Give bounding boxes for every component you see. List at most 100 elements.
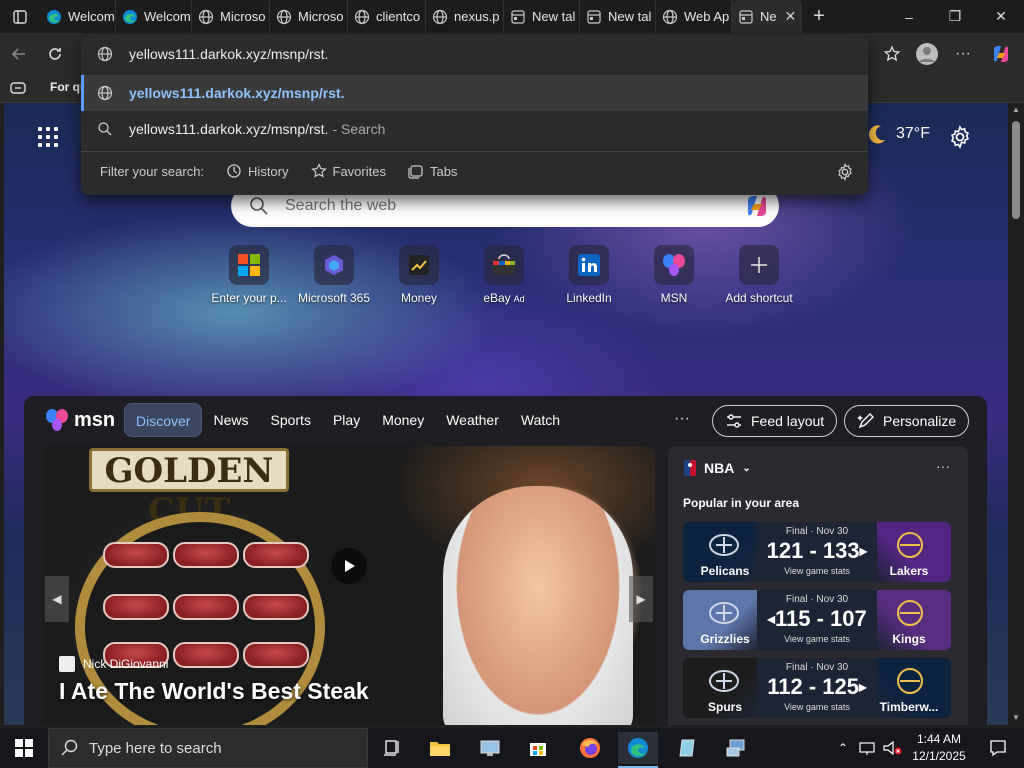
favorites-button[interactable]	[879, 41, 905, 67]
browser-tab[interactable]: Web Ap	[656, 0, 732, 33]
clock-date: 12/1/2025	[912, 749, 966, 763]
app-launcher-icon[interactable]	[38, 127, 58, 147]
browser-tab[interactable]: clientco	[348, 0, 426, 33]
volume-muted-icon[interactable]	[882, 740, 902, 756]
scrollbar-thumb[interactable]	[1012, 121, 1020, 219]
browser-tab[interactable]: Microso	[192, 0, 270, 33]
feed-tab[interactable]: Weather	[435, 403, 510, 437]
browser-tab[interactable]: Welcom	[40, 0, 116, 33]
windows-taskbar: Type here to search ⌃ 1:44 AM 12/1/2025	[0, 728, 1024, 768]
suggestion-url[interactable]: yellows111.darkok.xyz/msnp/rst.	[81, 75, 868, 111]
shortcut-tile[interactable]: MSN	[629, 245, 719, 305]
taskbar-clock[interactable]: 1:44 AM 12/1/2025	[904, 731, 974, 765]
scroll-down-arrow-icon[interactable]: ▼	[1008, 711, 1024, 725]
file-explorer-button[interactable]	[420, 732, 460, 764]
personalize-label: Personalize	[883, 413, 957, 429]
reading-list-icon[interactable]	[10, 81, 26, 100]
game-score-card[interactable]: Final · Nov 30 112 - 125▶ View game stats S…	[683, 658, 951, 718]
address-input[interactable]: yellows111.darkok.xyz/msnp/rst.	[81, 36, 868, 72]
chevron-up-icon[interactable]: ⌃	[838, 741, 848, 755]
notes-app-button[interactable]	[668, 732, 708, 764]
msn-logo[interactable]: msn	[44, 408, 115, 432]
feed-layout-button[interactable]: Feed layout	[712, 405, 838, 437]
tab-actions-button[interactable]	[0, 0, 40, 33]
address-bar-dropdown: yellows111.darkok.xyz/msnp/rst. yellows1…	[81, 35, 868, 195]
feed-tab[interactable]: Money	[371, 403, 435, 437]
shortcut-tile[interactable]: Money	[374, 245, 464, 305]
search-settings-button[interactable]	[836, 163, 854, 186]
minimize-button[interactable]: –	[886, 0, 932, 33]
suggestion-search[interactable]: yellows111.darkok.xyz/msnp/rst. - Search	[81, 111, 868, 147]
shortcut-tile[interactable]: Microsoft 365	[289, 245, 379, 305]
shortcut-tile[interactable]: Add shortcut	[714, 245, 804, 305]
browser-tab[interactable]: nexus.p	[426, 0, 504, 33]
filter-tabs-button[interactable]: Tabs	[408, 163, 457, 179]
store-button[interactable]	[518, 732, 558, 764]
hero-card[interactable]: GOLDEN CUT ◀ ▶ Nick DiGiovanni I Ate The…	[43, 446, 655, 725]
maximize-button[interactable]: ❐	[932, 0, 978, 33]
feed-tab[interactable]: Discover	[124, 403, 203, 437]
firefox-icon	[580, 738, 600, 758]
filter-label: Filter your search:	[100, 163, 205, 179]
page-scrollbar[interactable]: ▲ ▼	[1008, 103, 1024, 725]
nba-more-button[interactable]: ···	[936, 458, 950, 474]
action-center-button[interactable]	[978, 732, 1018, 764]
personalize-button[interactable]: Personalize	[844, 405, 970, 437]
game-score-card[interactable]: Final · Nov 30 121 - 133▶ View game stats P…	[683, 522, 951, 582]
away-team-name: Timberw...	[879, 700, 939, 714]
dropdown-divider	[81, 151, 868, 152]
start-button[interactable]	[4, 732, 44, 764]
notebook-icon	[679, 739, 695, 757]
shortcut-label-text: Money	[400, 291, 438, 305]
ebay-icon	[484, 245, 524, 285]
edge-button[interactable]	[618, 732, 658, 768]
copilot-button[interactable]	[988, 41, 1014, 67]
feed-more-button[interactable]: ···	[674, 410, 690, 428]
feed-tab[interactable]: Play	[322, 403, 371, 437]
new-tab-button[interactable]: +	[802, 0, 836, 33]
carousel-prev-button[interactable]: ◀	[45, 576, 69, 622]
task-view-button[interactable]	[372, 732, 412, 764]
shortcut-tile[interactable]: eBay Ad	[459, 245, 549, 305]
back-button[interactable]	[6, 41, 32, 67]
shortcut-tile[interactable]: Enter your p...	[204, 245, 294, 305]
edge-icon	[46, 9, 62, 25]
browser-tab[interactable]: Ne ✕	[732, 0, 802, 33]
close-tab-icon[interactable]: ✕	[783, 8, 799, 25]
search-icon	[61, 739, 78, 756]
filter-favorites-button[interactable]: Favorites	[310, 163, 386, 179]
globe-icon	[97, 85, 113, 101]
close-window-button[interactable]: ✕	[978, 0, 1024, 33]
shortcut-tile[interactable]: LinkedIn	[544, 245, 634, 305]
carousel-next-button[interactable]: ▶	[629, 576, 653, 622]
weather-widget[interactable]: 37°F	[866, 123, 930, 145]
devices-app-button[interactable]	[716, 732, 756, 764]
browser-tab[interactable]: New tal	[580, 0, 656, 33]
taskbar-search[interactable]: Type here to search	[48, 728, 368, 768]
newtab-icon	[586, 9, 602, 25]
away-team-name: Lakers	[889, 564, 929, 578]
globe-icon	[97, 46, 113, 62]
refresh-button[interactable]	[42, 41, 68, 67]
network-icon[interactable]	[858, 740, 876, 756]
game-score-card[interactable]: Final · Nov 30 ◀115 - 107 View game stats G…	[683, 590, 951, 650]
feed-tab[interactable]: Watch	[510, 403, 571, 437]
browser-tab[interactable]: Microso	[270, 0, 348, 33]
page-settings-button[interactable]	[948, 125, 972, 149]
profile-button[interactable]	[914, 41, 940, 67]
filter-history-button[interactable]: History	[226, 163, 289, 179]
browser-tab[interactable]: New tal	[504, 0, 580, 33]
hero-headline[interactable]: I Ate The World's Best Steak	[59, 678, 369, 705]
feed-tab[interactable]: News	[202, 403, 259, 437]
play-video-button[interactable]	[331, 548, 367, 584]
nba-league-selector[interactable]: NBA ⌄	[684, 460, 751, 476]
more-menu-button[interactable]: ···	[950, 41, 976, 67]
browser-tab[interactable]: Welcom	[116, 0, 192, 33]
hero-author[interactable]: Nick DiGiovanni	[59, 656, 168, 672]
feed-tab[interactable]: Sports	[259, 403, 321, 437]
network-app-button[interactable]	[470, 732, 510, 764]
scroll-up-arrow-icon[interactable]: ▲	[1008, 103, 1024, 117]
copilot-search-icon[interactable]	[743, 193, 771, 219]
firefox-button[interactable]	[570, 732, 610, 764]
winner-arrow-icon: ▶	[859, 682, 867, 694]
